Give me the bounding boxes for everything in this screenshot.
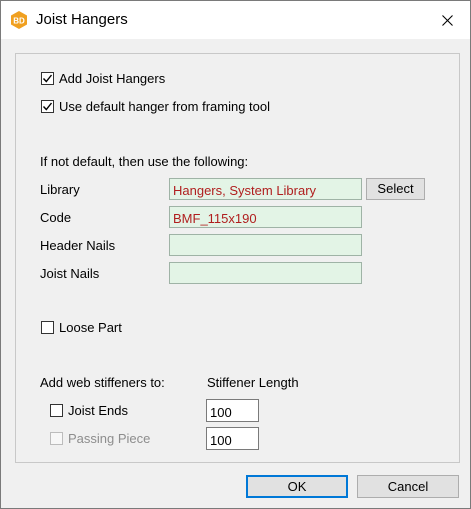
svg-text:BD: BD [13,17,25,26]
dialog-window: BD Joist Hangers Add Joist Hangers Use d… [0,0,471,509]
ok-button[interactable]: OK [246,475,348,498]
title-bar: BD Joist Hangers [1,1,470,39]
checkmark-icon [42,74,53,83]
add-joist-hangers-label: Add Joist Hangers [59,71,166,86]
checkbox-box [41,321,54,334]
instruction-text: If not default, then use the following: [40,154,249,169]
joist-nails-label: Joist Nails [40,266,100,281]
library-field[interactable] [169,178,362,200]
joist-ends-length-input[interactable] [206,399,259,422]
select-button[interactable]: Select [366,178,425,200]
cancel-button[interactable]: Cancel [357,475,459,498]
web-stiffeners-heading: Add web stiffeners to: [40,375,165,390]
close-button[interactable] [424,1,470,39]
add-joist-hangers-checkbox[interactable]: Add Joist Hangers [41,71,165,86]
joist-nails-field[interactable] [169,262,362,284]
header-nails-label: Header Nails [40,238,116,253]
stiffener-length-heading: Stiffener Length [207,375,299,390]
passing-piece-length-input[interactable] [206,427,259,450]
code-label: Code [40,210,72,225]
checkbox-box [50,404,63,417]
window-title: Joist Hangers [36,11,128,28]
use-default-hanger-checkbox[interactable]: Use default hanger from framing tool [41,99,270,114]
header-nails-field[interactable] [169,234,362,256]
loose-part-checkbox[interactable]: Loose Part [41,320,122,335]
app-logo-icon: BD [10,10,28,30]
passing-piece-checkbox: Passing Piece [50,431,150,446]
checkbox-box [50,432,63,445]
joist-ends-checkbox[interactable]: Joist Ends [50,403,128,418]
settings-group: Add Joist Hangers Use default hanger fro… [15,53,460,463]
loose-part-label: Loose Part [59,320,122,335]
joist-ends-label: Joist Ends [68,403,128,418]
checkmark-icon [42,102,53,111]
code-field[interactable] [169,206,362,228]
library-label: Library [40,182,80,197]
checkbox-box [41,72,54,85]
passing-piece-label: Passing Piece [68,431,151,446]
close-icon [441,14,453,26]
checkbox-box [41,100,54,113]
use-default-hanger-label: Use default hanger from framing tool [59,99,270,114]
